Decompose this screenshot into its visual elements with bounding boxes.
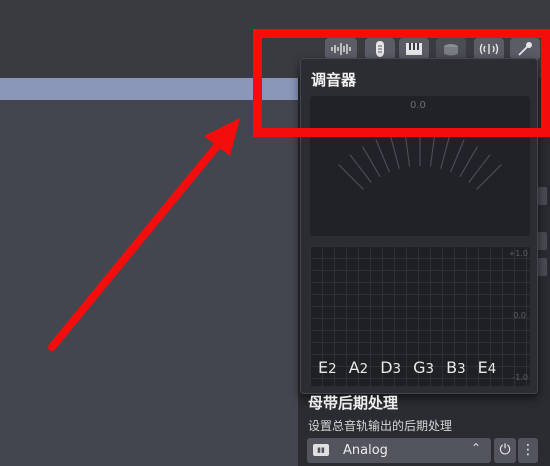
string-note[interactable]: A2 — [349, 358, 368, 377]
guitar-icon — [376, 41, 384, 57]
meter-tick — [361, 146, 381, 178]
main-track-area[interactable] — [0, 100, 300, 466]
edge-control[interactable] — [537, 187, 547, 205]
edge-control[interactable] — [537, 232, 547, 250]
meter-ticks — [338, 131, 502, 190]
mastering-preset-select[interactable]: ▮▮ Analog ⌃ — [307, 438, 491, 463]
waveform-icon — [331, 43, 351, 55]
track-header-strip — [0, 78, 300, 100]
more-options-button[interactable]: ⋮ — [518, 438, 538, 463]
drum-button[interactable] — [436, 38, 466, 60]
edge-control[interactable] — [537, 258, 547, 276]
drum-icon — [444, 44, 458, 56]
tuner-meter: 0.0 -1.0 +1.0 — [310, 96, 530, 236]
string-notes: E2 A2 D3 G3 B3 E4 — [318, 358, 503, 377]
tuner-popup: 调音器 0.0 -1.0 +1.0 +1.0 0.0 -1.0 E2 A2 D3… — [300, 58, 538, 394]
meter-tick — [429, 131, 436, 167]
tuner-title: 调音器 — [311, 71, 357, 89]
microphone-icon — [518, 42, 532, 56]
waveform-button[interactable] — [325, 38, 357, 60]
preset-icon: ▮▮ — [313, 444, 329, 456]
meter-tick — [450, 139, 465, 173]
piano-button[interactable] — [399, 38, 429, 60]
string-note[interactable]: E4 — [478, 358, 497, 377]
graph-mid-label: 0.0 — [513, 311, 526, 320]
string-note[interactable]: E2 — [318, 358, 337, 377]
mastering-title: 母带后期处理 — [308, 394, 399, 412]
meter-tick — [375, 139, 390, 173]
piano-icon — [406, 43, 422, 55]
meter-tick — [389, 134, 400, 169]
mastering-subtitle: 设置总音轨输出的后期处理 — [308, 419, 453, 433]
graph-top-label: +1.0 — [508, 249, 528, 258]
chevron-updown-icon: ⌃ — [471, 441, 482, 455]
string-note[interactable]: G3 — [413, 358, 434, 377]
string-note[interactable]: D3 — [380, 358, 401, 377]
tuner-button[interactable] — [474, 38, 504, 60]
microphone-button[interactable] — [510, 38, 540, 60]
tuner-graph: +1.0 0.0 -1.0 E2 A2 D3 G3 B3 E4 — [310, 246, 530, 386]
meter-tick — [404, 131, 411, 167]
guitar-button[interactable] — [365, 38, 395, 60]
preset-value: Analog — [343, 443, 388, 458]
meter-tick — [440, 134, 451, 169]
meter-tick — [459, 146, 479, 178]
string-note[interactable]: B3 — [446, 358, 465, 377]
tuner-icon — [479, 43, 499, 55]
graph-bottom-label: -1.0 — [512, 373, 528, 382]
power-button[interactable]: ⏻ — [494, 438, 516, 463]
